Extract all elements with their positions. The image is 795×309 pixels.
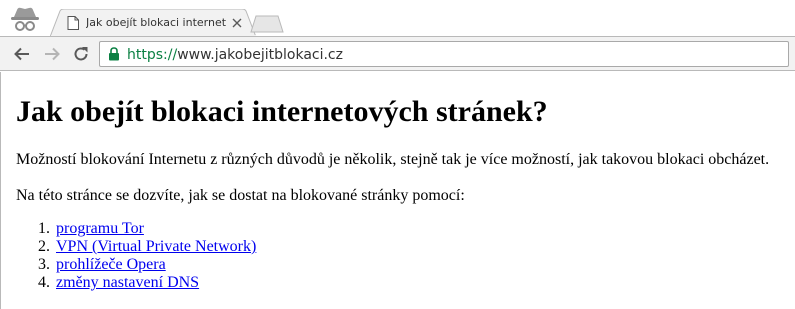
list-number: 4. [38, 274, 50, 291]
list-item: 2. VPN (Virtual Private Network) [16, 238, 256, 256]
list-number: 3. [38, 256, 50, 273]
close-icon[interactable] [232, 18, 242, 28]
link-vpn[interactable]: VPN (Virtual Private Network) [56, 238, 256, 255]
lock-icon[interactable] [108, 47, 120, 61]
url-text[interactable]: https://www.jakobejitblokaci.cz [127, 45, 343, 65]
intro-paragraph: Možností blokování Internetu z různých d… [16, 151, 770, 168]
list-item: 4. změny nastavení DNS [16, 274, 256, 292]
list-number: 1. [38, 220, 50, 237]
link-tor[interactable]: programu Tor [56, 220, 144, 237]
lead-paragraph: Na této stránce se dozvíte, jak se dosta… [16, 187, 465, 204]
browser-toolbar: https://www.jakobejitblokaci.cz [0, 36, 795, 71]
link-opera[interactable]: prohlížeče Opera [56, 256, 166, 273]
methods-list: 1. programu Tor 2. VPN (Virtual Private Ne… [16, 220, 256, 292]
tab-active[interactable]: Jak obejít blokaci internetových stránek [50, 9, 258, 37]
page-icon [67, 16, 79, 30]
arrow-left-icon[interactable] [13, 45, 31, 63]
url-scheme: https:// [127, 47, 178, 63]
address-bar[interactable]: https://www.jakobejitblokaci.cz [99, 41, 789, 67]
list-item: 1. programu Tor [16, 220, 256, 238]
reload-icon[interactable] [72, 45, 90, 63]
new-tab-button[interactable] [250, 15, 284, 33]
page-title: Jak obejít blokaci internetových stránek… [16, 95, 548, 128]
list-number: 2. [38, 238, 50, 255]
tab-title: Jak obejít blokaci internetových stránek [86, 16, 226, 29]
page-content: Jak obejít blokaci internetových stránek… [0, 72, 795, 309]
arrow-right-icon[interactable] [43, 45, 61, 63]
list-item: 3. prohlížeče Opera [16, 256, 256, 274]
incognito-icon [11, 7, 39, 31]
link-dns[interactable]: změny nastavení DNS [56, 274, 199, 291]
url-host: www.jakobejitblokaci.cz [177, 47, 343, 63]
tab-strip: Jak obejít blokaci internetových stránek [0, 0, 795, 37]
